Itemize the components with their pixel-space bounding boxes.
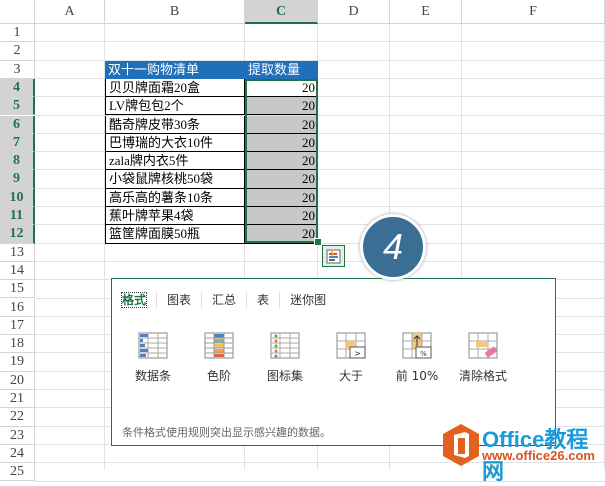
row-header-13[interactable]: 13 bbox=[0, 243, 35, 262]
row-header-9[interactable]: 9 bbox=[0, 170, 35, 189]
panel-description: 条件格式使用规则突出显示感兴趣的数据。 bbox=[122, 426, 331, 439]
row-header-18[interactable]: 18 bbox=[0, 335, 35, 354]
item-cell[interactable]: zala牌内衣5件 bbox=[105, 152, 245, 171]
row-header-23[interactable]: 23 bbox=[0, 426, 35, 445]
tab-sparklines[interactable]: 迷你图 bbox=[280, 292, 336, 308]
step-badge: 4 bbox=[360, 214, 426, 280]
item-cell[interactable]: 高乐高的薯条10条 bbox=[105, 188, 245, 207]
row-header-6[interactable]: 6 bbox=[0, 115, 35, 134]
data-bars-icon bbox=[138, 332, 168, 359]
eraser-icon bbox=[468, 332, 498, 359]
top-10-percent-icon: % bbox=[402, 332, 432, 359]
row-header-21[interactable]: 21 bbox=[0, 390, 35, 409]
icon-set-button[interactable]: 图标集 bbox=[255, 332, 315, 384]
row-header-17[interactable]: 17 bbox=[0, 316, 35, 336]
quick-analysis-tabs: 格式 图表 汇总 表 迷你图 bbox=[120, 292, 336, 308]
column-header-d[interactable]: D bbox=[318, 0, 390, 24]
row-header-14[interactable]: 14 bbox=[0, 261, 35, 281]
color-scale-button[interactable]: 色阶 bbox=[189, 332, 249, 384]
row-header-3[interactable]: 3 bbox=[0, 60, 35, 79]
row-header-8[interactable]: 8 bbox=[0, 152, 35, 171]
svg-text:>: > bbox=[354, 349, 361, 358]
tab-label: 格式 bbox=[120, 292, 148, 308]
clear-format-button[interactable]: 清除格式 bbox=[453, 332, 513, 384]
row-header-11[interactable]: 11 bbox=[0, 207, 35, 226]
table-header-item[interactable]: 双十一购物清单 bbox=[105, 60, 245, 79]
row-header-15[interactable]: 15 bbox=[0, 280, 35, 299]
fill-handle[interactable] bbox=[314, 238, 322, 246]
column-header-b[interactable]: B bbox=[105, 0, 245, 24]
watermark-url: www.office26.com bbox=[482, 448, 595, 463]
greater-than-icon: > bbox=[336, 332, 366, 359]
item-cell[interactable]: 篮筐牌面膜50瓶 bbox=[105, 225, 245, 244]
watermark-logo: Office教程网 www.office26.com bbox=[440, 420, 605, 484]
row-header-20[interactable]: 20 bbox=[0, 371, 35, 390]
tab-totals[interactable]: 汇总 bbox=[202, 292, 248, 308]
gridline bbox=[35, 260, 605, 262]
item-cell[interactable]: 巴博瑞的大衣10件 bbox=[105, 133, 245, 153]
row-header-2[interactable]: 2 bbox=[0, 42, 35, 61]
tab-charts[interactable]: 图表 bbox=[157, 292, 203, 308]
quick-analysis-icon bbox=[326, 248, 341, 263]
color-scale-icon bbox=[204, 332, 234, 359]
tab-tables[interactable]: 表 bbox=[247, 292, 281, 308]
data-bars-button[interactable]: 数据条 bbox=[123, 332, 183, 384]
column-header-f[interactable]: F bbox=[462, 0, 605, 24]
svg-text:%: % bbox=[420, 350, 427, 358]
button-label: 前 10% bbox=[395, 369, 439, 383]
quick-analysis-button[interactable] bbox=[322, 245, 345, 267]
icon-set-icon bbox=[270, 332, 300, 359]
row-header-1[interactable]: 1 bbox=[0, 24, 35, 43]
item-cell[interactable]: 酷奇牌皮带30条 bbox=[105, 115, 245, 134]
row-header-24[interactable]: 24 bbox=[0, 444, 35, 464]
tab-format[interactable]: 格式 bbox=[120, 292, 158, 308]
row-header-16[interactable]: 16 bbox=[0, 298, 35, 317]
row-header-22[interactable]: 22 bbox=[0, 408, 35, 427]
item-cell[interactable]: 贝贝牌面霜20盒 bbox=[105, 78, 245, 98]
greater-than-button[interactable]: > 大于 bbox=[321, 332, 381, 384]
column-header-c[interactable]: C bbox=[245, 0, 318, 24]
row-header-7[interactable]: 7 bbox=[0, 133, 35, 153]
item-cell[interactable]: 蕉叶牌苹果4袋 bbox=[105, 207, 245, 226]
selection-range bbox=[245, 79, 318, 243]
column-header-e[interactable]: E bbox=[390, 0, 462, 24]
row-header-4[interactable]: 4 bbox=[0, 78, 35, 98]
office-logo-icon bbox=[443, 424, 479, 466]
row-header-25[interactable]: 25 bbox=[0, 463, 35, 482]
table-header-quantity[interactable]: 提取数量 bbox=[245, 60, 318, 79]
button-label: 大于 bbox=[338, 369, 363, 383]
item-cell[interactable]: 小袋鼠牌核桃50袋 bbox=[105, 170, 245, 189]
item-cell[interactable]: LV牌包包2个 bbox=[105, 97, 245, 116]
column-header-a[interactable]: A bbox=[35, 0, 105, 24]
button-label: 图标集 bbox=[266, 369, 303, 383]
select-all-corner[interactable] bbox=[0, 0, 35, 24]
row-header-10[interactable]: 10 bbox=[0, 188, 35, 207]
row-header-5[interactable]: 5 bbox=[0, 97, 35, 116]
button-label: 色阶 bbox=[206, 369, 231, 383]
top-10-percent-button[interactable]: % 前 10% bbox=[387, 332, 447, 384]
button-label: 清除格式 bbox=[458, 369, 507, 383]
row-header-12[interactable]: 12 bbox=[0, 225, 35, 244]
row-header-19[interactable]: 19 bbox=[0, 353, 35, 372]
button-label: 数据条 bbox=[134, 369, 171, 383]
gridline bbox=[35, 41, 605, 43]
